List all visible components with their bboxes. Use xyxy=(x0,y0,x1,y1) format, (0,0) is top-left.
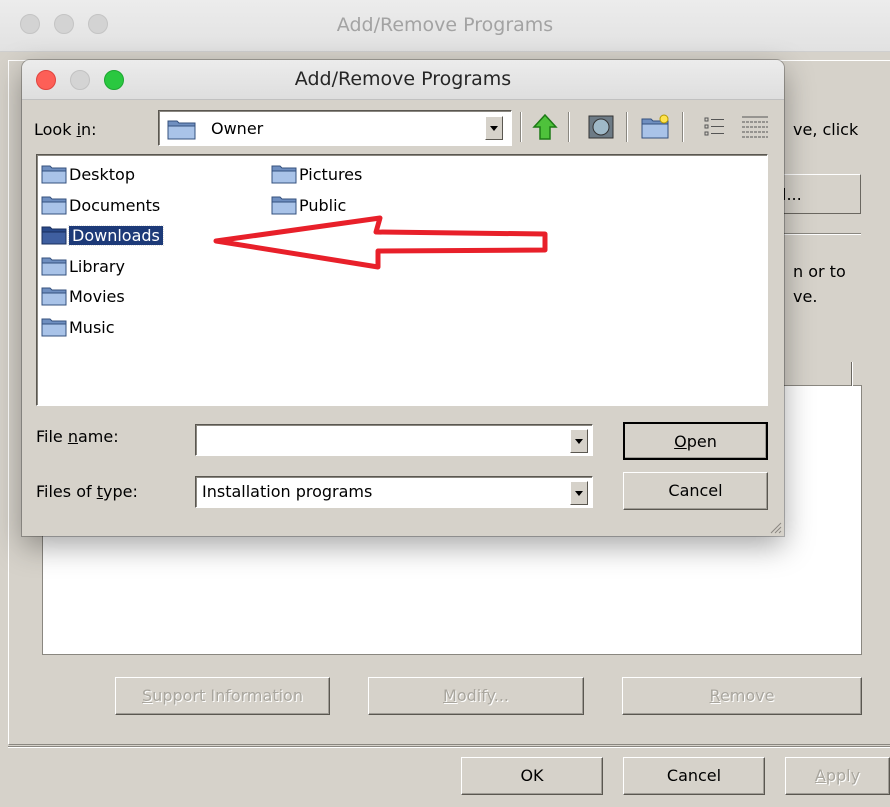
cancel-button[interactable]: Cancel xyxy=(623,757,765,795)
remove-button[interactable]: Remove xyxy=(622,677,862,715)
look-in-label: Look in: xyxy=(34,120,97,139)
open-button[interactable]: Open xyxy=(623,422,768,460)
file-name: Movies xyxy=(69,286,125,306)
folder-icon xyxy=(271,165,297,184)
annotation-arrow-icon xyxy=(213,215,548,270)
background-window-title: Add/Remove Programs xyxy=(336,14,554,36)
modify-mnemonic: M xyxy=(443,686,457,705)
apply-mnemonic: A xyxy=(814,766,826,785)
file-name-label: File name: xyxy=(36,427,119,446)
background-titlebar: Add/Remove Programs xyxy=(0,0,890,52)
chevron-down-icon[interactable] xyxy=(485,116,503,140)
new-folder-icon[interactable] xyxy=(640,112,670,142)
look-in-label-text: Look xyxy=(34,120,77,139)
modify-button[interactable]: Modify... xyxy=(368,677,584,715)
toolbar-separator xyxy=(682,112,684,142)
look-in-value: Owner xyxy=(211,119,264,138)
file-name: Downloads xyxy=(68,224,164,246)
file-name-mnemonic: n xyxy=(67,427,78,446)
column-divider[interactable] xyxy=(851,362,853,386)
list-item[interactable]: Documents xyxy=(41,192,160,218)
file-list[interactable]: Desktop Documents Downloads Library Movi… xyxy=(36,154,768,406)
background-separator xyxy=(775,233,861,235)
toolbar-separator xyxy=(520,112,522,142)
file-name-label-text: File xyxy=(36,427,68,446)
folder-icon xyxy=(41,287,67,306)
toolbar-separator xyxy=(568,112,570,142)
file-name: Documents xyxy=(69,195,161,215)
dialog-title: Add/Remove Programs xyxy=(294,68,512,90)
support-information-button[interactable]: Support Information xyxy=(115,677,330,715)
open-mnemonic: O xyxy=(674,432,687,451)
look-in-label-suffix: n: xyxy=(81,120,97,139)
files-of-type-select[interactable]: Installation programs xyxy=(195,476,593,508)
support-label: upport Information xyxy=(152,686,303,705)
list-item[interactable]: Library xyxy=(41,253,125,279)
file-name: Music xyxy=(69,317,115,337)
file-name-input[interactable] xyxy=(195,424,593,456)
list-item[interactable]: Music xyxy=(41,314,115,340)
bottom-divider xyxy=(8,746,890,748)
files-of-type-label-suffix: ype: xyxy=(102,482,138,501)
up-folder-icon[interactable] xyxy=(530,112,560,142)
remove-mnemonic: R xyxy=(709,686,720,705)
list-column-header[interactable] xyxy=(782,360,862,386)
list-view-icon[interactable] xyxy=(700,112,730,142)
folder-icon xyxy=(167,120,196,140)
desktop-icon[interactable] xyxy=(586,112,616,142)
resize-grip-icon[interactable] xyxy=(768,520,782,534)
files-of-type-label-text: Files of xyxy=(36,482,97,501)
file-name: Pictures xyxy=(299,164,363,184)
file-name-label-suffix: ame: xyxy=(78,427,119,446)
folder-icon xyxy=(41,196,67,215)
modify-label: odify... xyxy=(456,686,509,705)
ok-button[interactable]: OK xyxy=(461,757,603,795)
chevron-down-icon[interactable] xyxy=(570,481,588,505)
background-hint-text: ve, click xyxy=(793,120,859,139)
file-name: Desktop xyxy=(69,164,135,184)
open-label: pen xyxy=(686,432,717,451)
folder-icon xyxy=(41,257,67,276)
apply-label: pply xyxy=(825,766,861,785)
files-of-type-value: Installation programs xyxy=(202,482,373,501)
dialog-cancel-button[interactable]: Cancel xyxy=(623,472,768,510)
background-hint-text-2: n or to xyxy=(793,262,846,281)
folder-icon xyxy=(41,318,67,337)
list-item-selected[interactable]: Downloads xyxy=(41,222,164,248)
folder-icon xyxy=(41,165,67,184)
remove-label: emove xyxy=(719,686,775,705)
apply-button[interactable]: Apply xyxy=(785,757,890,795)
details-view-icon[interactable] xyxy=(740,112,770,142)
list-item[interactable]: Desktop xyxy=(41,161,135,187)
list-item[interactable]: Movies xyxy=(41,283,125,309)
files-of-type-label: Files of type: xyxy=(36,482,138,501)
list-item[interactable]: Pictures xyxy=(271,161,362,187)
folder-icon xyxy=(41,226,67,245)
support-mnemonic: S xyxy=(142,686,153,705)
chevron-down-icon[interactable] xyxy=(570,429,588,453)
look-in-combobox[interactable]: Owner xyxy=(158,110,512,146)
dialog-titlebar[interactable]: Add/Remove Programs xyxy=(22,60,784,100)
toolbar-separator xyxy=(626,112,628,142)
open-file-dialog: Add/Remove Programs Look in: Owner Deskt… xyxy=(22,60,784,536)
background-hint-text-3: ve. xyxy=(793,287,818,306)
file-name: Library xyxy=(69,256,125,276)
browse-button[interactable]: l... xyxy=(775,174,861,214)
